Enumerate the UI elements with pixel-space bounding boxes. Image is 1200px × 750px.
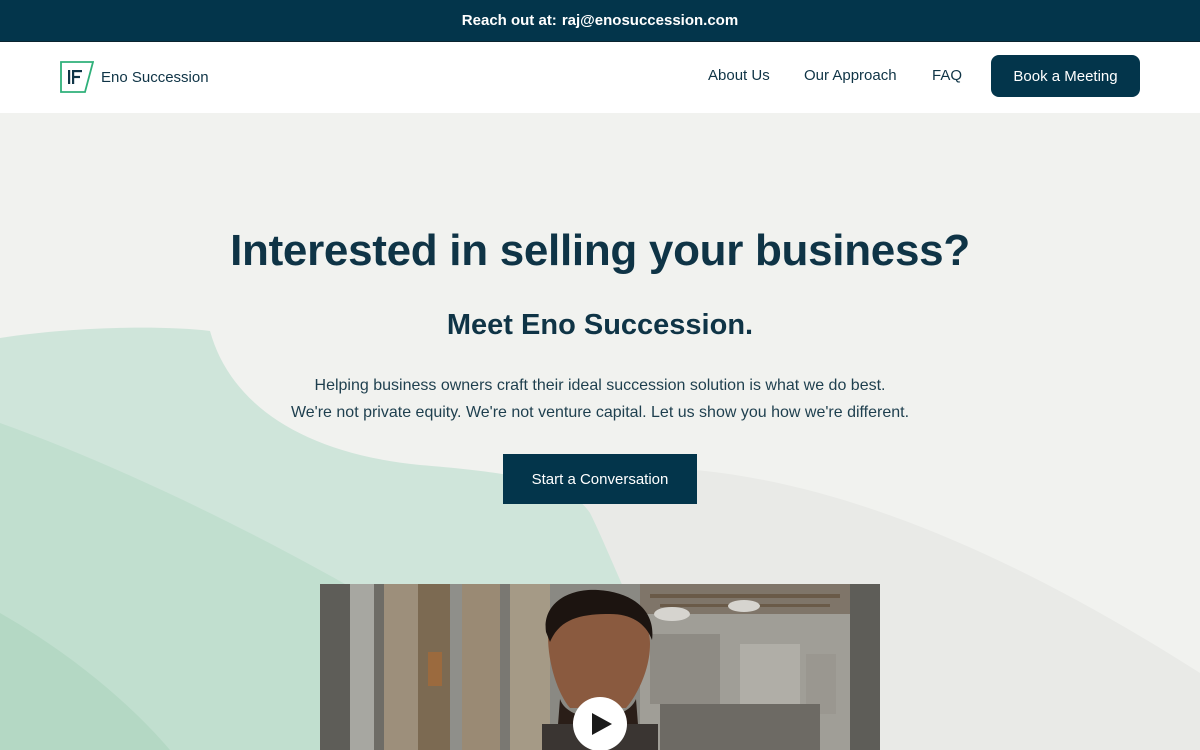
nav-our-approach[interactable]: Our Approach (804, 67, 897, 84)
nav-about-us[interactable]: About Us (708, 67, 770, 84)
brand-logo-link[interactable]: Eno Succession (60, 61, 209, 93)
hero-description-line: We're not private equity. We're not vent… (290, 404, 910, 421)
hero-description: Helping business owners craft their idea… (0, 372, 1200, 426)
contact-bar: Reach out at: raj@enosuccession.com (0, 0, 1200, 41)
play-button[interactable] (573, 697, 627, 750)
start-conversation-button[interactable]: Start a Conversation (503, 454, 697, 504)
hero-subtitle: Meet Eno Succession. (446, 309, 754, 341)
contact-label: Reach out at: (461, 12, 557, 29)
play-icon (592, 713, 612, 735)
hero-title: Interested in selling your business? (230, 226, 970, 275)
contact-email-link[interactable]: raj@enosuccession.com (562, 12, 738, 29)
nav-faq[interactable]: FAQ (932, 67, 962, 84)
book-meeting-button[interactable]: Book a Meeting (991, 55, 1140, 97)
hero-description-line: Helping business owners craft their idea… (314, 377, 886, 394)
site-header: Eno Succession About Us Our Approach FAQ… (0, 41, 1200, 113)
brand-name: Eno Succession (101, 68, 209, 86)
eno-logo-icon (60, 61, 94, 93)
intro-video[interactable] (320, 584, 880, 750)
